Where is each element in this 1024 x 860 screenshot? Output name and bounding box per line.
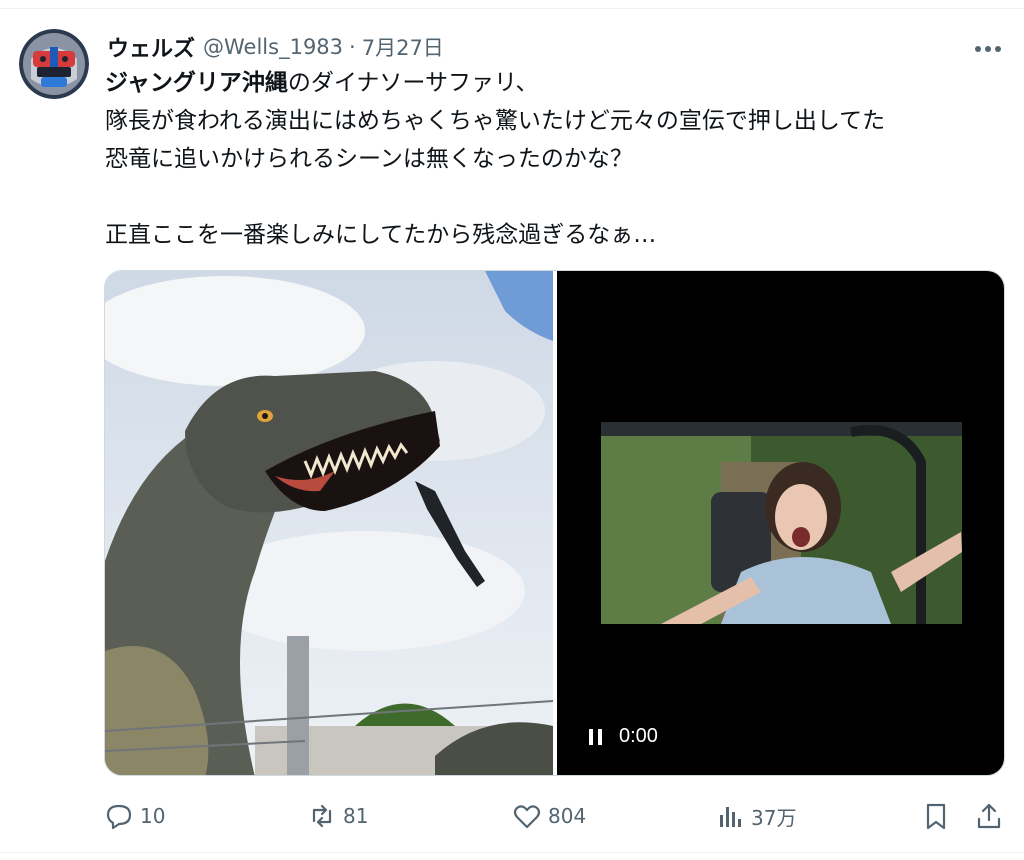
reply-bubble-icon: [106, 804, 132, 830]
share-button[interactable]: [974, 796, 1004, 836]
tweet-date[interactable]: 7月27日: [362, 32, 444, 62]
pause-icon[interactable]: [585, 726, 607, 748]
hashtag-bold-text: ジャングリア沖縄: [105, 70, 288, 96]
reply-button[interactable]: 10: [104, 796, 165, 836]
video-frame-image: [601, 422, 962, 624]
more-dots-icon: [975, 46, 1001, 52]
header-separator: ·: [349, 35, 356, 59]
heart-icon: [513, 805, 541, 829]
tweet-line-3: 恐竜に追いかけられるシーンは無くなったのかな？: [105, 146, 633, 172]
tweet-line-2: 隊長が食われる演出にはめちゃくちゃ驚いたけど元々の宣伝で押し出してた: [105, 108, 886, 134]
bottom-divider: [0, 852, 1024, 853]
view-count: 37万: [751, 805, 797, 830]
repost-count: 81: [343, 804, 369, 828]
video-controls: 0:00: [585, 725, 658, 748]
tweet-line-1-rest: のダイナソーサファリ、: [287, 70, 539, 96]
video-timestamp: 0:00: [619, 725, 658, 747]
dinosaur-photo[interactable]: [105, 271, 554, 775]
tweet-header: ウェルズ @Wells_1983 · 7月27日: [107, 32, 444, 62]
user-handle[interactable]: @Wells_1983: [203, 35, 343, 59]
tweet-line-1: ジャングリア沖縄のダイナソーサファリ、: [105, 64, 1005, 102]
display-name[interactable]: ウェルズ: [107, 31, 195, 63]
bookmark-button[interactable]: [921, 796, 951, 836]
reply-count: 10: [140, 804, 166, 828]
action-bar: 10 81 804 37万: [0, 796, 1024, 836]
views-bars-icon: [720, 807, 741, 827]
more-button[interactable]: [968, 34, 1008, 64]
dinosaur-photo-image: [105, 271, 554, 775]
video-player[interactable]: 0:00: [557, 271, 1004, 775]
top-divider: [0, 8, 1024, 9]
like-count: 804: [548, 804, 587, 828]
avatar-image: [19, 29, 89, 99]
share-icon: [977, 803, 1001, 829]
media-grid: 0:00: [104, 270, 1005, 776]
like-button[interactable]: 804: [512, 796, 586, 836]
repost-button[interactable]: 81: [307, 796, 368, 836]
tweet-line-4: 正直ここを一番楽しみにしてたから残念過ぎるなぁ…: [105, 222, 657, 248]
views-button[interactable]: 37万: [715, 796, 796, 836]
repost-icon: [312, 804, 332, 828]
bookmark-icon: [926, 803, 946, 830]
avatar[interactable]: [19, 29, 89, 99]
tweet-text: ジャングリア沖縄のダイナソーサファリ、 隊長が食われる演出にはめちゃくちゃ驚いた…: [105, 64, 1005, 254]
video-frame: [601, 422, 962, 624]
